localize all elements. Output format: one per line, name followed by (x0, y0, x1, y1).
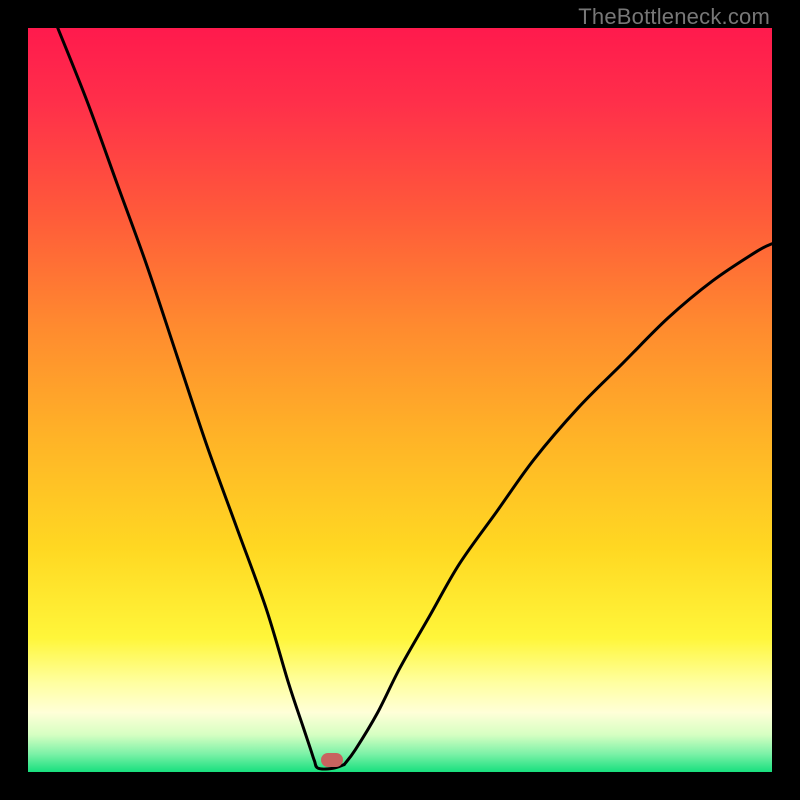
watermark-text: TheBottleneck.com (578, 4, 770, 30)
optimal-point-marker (321, 753, 343, 767)
bottleneck-curve (28, 28, 772, 772)
outer-frame: TheBottleneck.com (0, 0, 800, 800)
plot-area (28, 28, 772, 772)
curve-left-branch (58, 28, 344, 769)
curve-right-branch (344, 244, 772, 765)
